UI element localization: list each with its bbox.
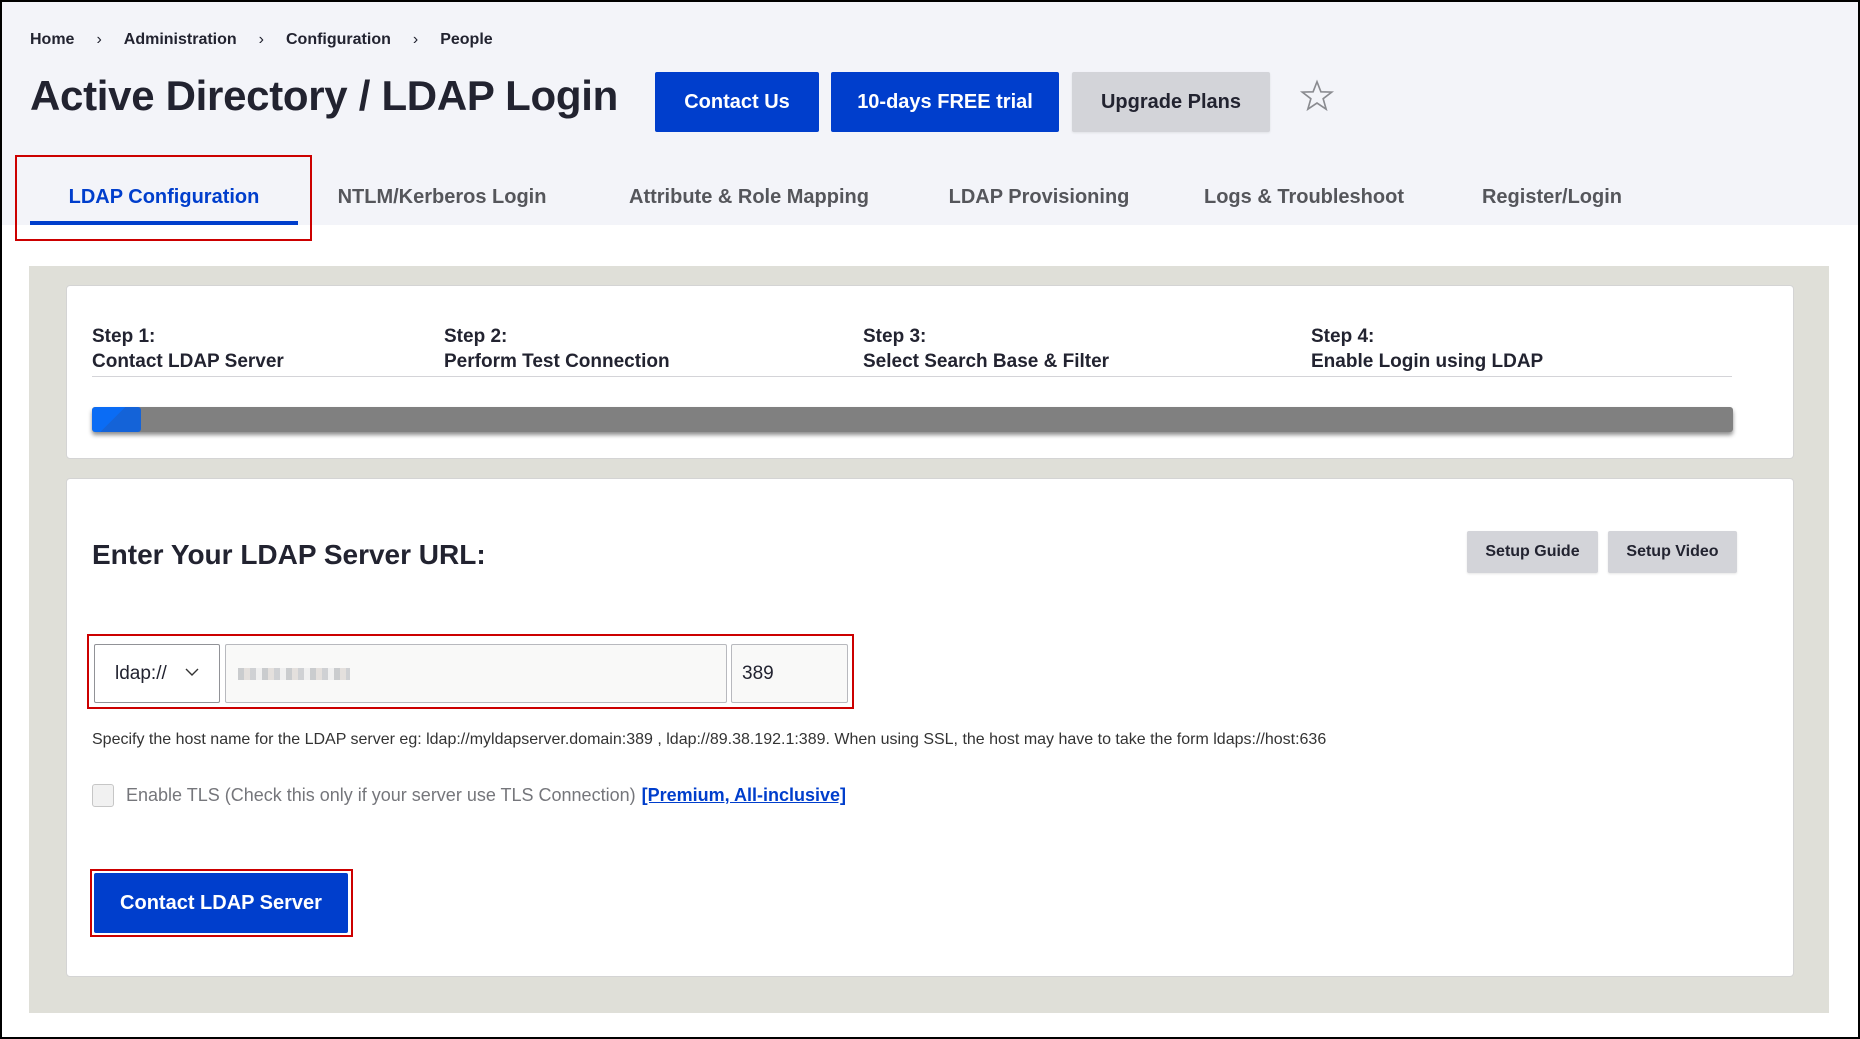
breadcrumb: Home › Administration › Configuration › … [30,31,493,49]
page: Home › Administration › Configuration › … [2,2,1858,1037]
tls-option: Enable TLS (Check this only if your serv… [92,784,846,807]
step-3: Step 3: Select Search Base & Filter [863,324,1109,374]
upgrade-plans-button[interactable]: Upgrade Plans [1072,72,1270,132]
step-title: Enable Login using LDAP [1311,351,1544,372]
tab-ntlm-kerberos-login[interactable]: NTLM/Kerberos Login [338,172,547,225]
steps-card: Step 1: Contact LDAP Server Step 2: Perf… [66,285,1794,459]
step-2: Step 2: Perform Test Connection [444,324,670,374]
steps-divider [92,376,1732,377]
protocol-selected-value: ldap:// [115,662,167,684]
host-input[interactable] [225,644,727,703]
tab-register-login[interactable]: Register/Login [1481,172,1623,225]
setup-guide-button[interactable]: Setup Guide [1467,531,1598,573]
step-4: Step 4: Enable Login using LDAP [1311,324,1543,374]
breadcrumb-separator-icon: › [412,31,419,48]
premium-plan-link[interactable]: [Premium, All-inclusive] [642,785,846,806]
tab-attribute-role-mapping[interactable]: Attribute & Role Mapping [626,172,872,225]
tab-logs-troubleshoot[interactable]: Logs & Troubleshoot [1204,172,1404,225]
step-title: Select Search Base & Filter [863,351,1110,372]
breadcrumb-separator-icon: › [96,31,102,48]
chevron-down-icon [185,668,199,676]
setup-video-button[interactable]: Setup Video [1608,531,1737,573]
progress-bar [92,407,1733,432]
tab-ldap-provisioning[interactable]: LDAP Provisioning [949,172,1130,225]
form-title: Enter Your LDAP Server URL: [92,539,486,570]
port-input[interactable] [731,644,848,703]
content-panel: Step 1: Contact LDAP Server Step 2: Perf… [29,266,1829,1013]
page-title: Active Directory / LDAP Login [30,72,618,119]
step-title: Perform Test Connection [444,351,670,372]
step-1: Step 1: Contact LDAP Server [92,324,284,374]
star-icon[interactable] [1299,78,1335,114]
breadcrumb-people[interactable]: People [440,31,492,49]
contact-us-button[interactable]: Contact Us [655,72,819,132]
tab-bar: LDAP Configuration NTLM/Kerberos Login A… [2,172,1858,225]
free-trial-button[interactable]: 10-days FREE trial [831,72,1059,132]
host-hint-text: Specify the host name for the LDAP serve… [92,731,1327,748]
breadcrumb-home[interactable]: Home [30,31,74,49]
enable-tls-label: Enable TLS (Check this only if your serv… [126,785,636,805]
breadcrumb-administration[interactable]: Administration [124,31,237,49]
breadcrumb-separator-icon: › [258,31,264,48]
step-title: Contact LDAP Server [92,351,284,372]
enable-tls-checkbox[interactable] [92,784,114,807]
server-url-card: Enter Your LDAP Server URL: Setup Guide … [66,478,1794,977]
step-number: Step 3: [863,326,927,347]
tab-ldap-configuration[interactable]: LDAP Configuration [30,172,298,225]
contact-ldap-server-button[interactable]: Contact LDAP Server [94,873,348,933]
protocol-select[interactable]: ldap:// [94,644,220,703]
step-number: Step 2: [444,326,508,347]
progress-bar-fill [92,407,142,432]
step-number: Step 1: [92,326,156,347]
breadcrumb-configuration[interactable]: Configuration [286,31,391,49]
step-number: Step 4: [1311,326,1375,347]
